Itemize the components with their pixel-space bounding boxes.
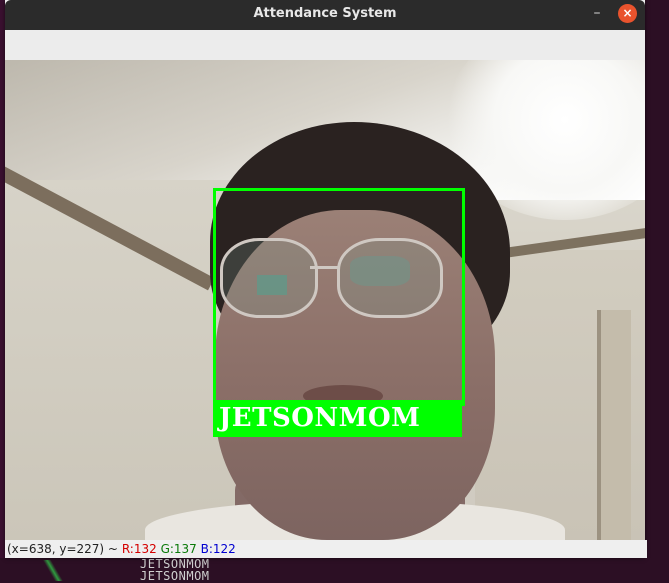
- cursor-coords: (x=638, y=227) ~: [7, 542, 118, 556]
- camera-feed[interactable]: JETSONMOM: [5, 60, 645, 540]
- window-title: Attendance System: [253, 6, 397, 21]
- recognized-name-label: JETSONMOM: [213, 400, 462, 437]
- terminal-decoration: [34, 560, 74, 581]
- title-bar[interactable]: Attendance System – ×: [5, 0, 645, 30]
- close-button[interactable]: ×: [618, 4, 637, 23]
- pixel-green-value: G:137: [160, 542, 197, 556]
- status-bar: (x=638, y=227) ~ R:132 G:137 B:122: [5, 540, 647, 558]
- pixel-blue-value: B:122: [200, 542, 236, 556]
- face-detection-box: [213, 188, 465, 406]
- terminal-background: [0, 558, 669, 581]
- minimize-button[interactable]: –: [588, 6, 606, 24]
- recognized-name: JETSONMOM: [219, 403, 421, 433]
- attendance-window: Attendance System – × JETSONMOM (x=638, …: [5, 0, 647, 558]
- pixel-red-value: R:132: [121, 542, 157, 556]
- door-frame: [597, 310, 631, 540]
- toolbar: [5, 30, 645, 61]
